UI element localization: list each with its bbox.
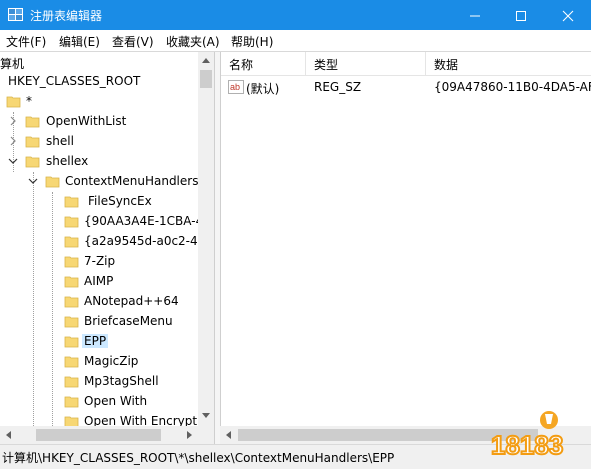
folder-icon — [64, 296, 79, 308]
tree-item-mp3tagshell[interactable]: Mp3tagShell — [0, 372, 200, 392]
tree-item-contextmenuhandlers[interactable]: ContextMenuHandlers — [0, 172, 200, 192]
folder-icon — [64, 396, 79, 408]
menu-view[interactable]: 查看(V) — [112, 33, 154, 50]
column-header-type[interactable]: 类型 — [314, 56, 338, 73]
menu-file[interactable]: 文件(F) — [6, 33, 46, 50]
scroll-up-arrow-icon[interactable] — [202, 57, 210, 63]
tree-item-open-with[interactable]: Open With — [0, 392, 200, 412]
folder-open-icon — [25, 156, 40, 168]
tree-pane[interactable]: 算机 HKEY_CLASSES_ROOT * OpenWithList shel… — [0, 52, 215, 444]
tree-scroll-thumb[interactable] — [200, 70, 212, 88]
tree-item-magiczip[interactable]: MagicZip — [0, 352, 200, 372]
tree-item-label: FileSyncEx — [88, 194, 152, 208]
tree-item-label: 7-Zip — [84, 254, 116, 268]
tree-item-aimp[interactable]: AIMP — [0, 272, 200, 292]
watermark-logo: 18183 — [490, 411, 564, 461]
folder-icon — [64, 276, 79, 288]
menu-help[interactable]: 帮助(H) — [231, 33, 273, 50]
folder-icon — [64, 216, 79, 228]
tree-item-label: Open With — [84, 394, 148, 408]
tree-item-label: * — [26, 94, 32, 108]
scroll-left-arrow-icon[interactable] — [225, 431, 231, 439]
tree-item-label: MagicZip — [84, 354, 139, 368]
values-list-pane[interactable]: 名称 类型 数据 ab (默认) REG_SZ {09A47860-11B0-4… — [220, 52, 591, 426]
folder-icon — [25, 136, 40, 148]
folder-icon — [64, 196, 79, 208]
tree-item-label: {a2a9545d-a0c2-42 — [84, 234, 206, 248]
tree-item-label: OpenWithList — [46, 114, 127, 128]
minimize-icon — [470, 15, 480, 17]
chevron-right-icon[interactable] — [8, 136, 18, 146]
close-button[interactable] — [545, 0, 591, 30]
list-header: 名称 类型 数据 — [221, 52, 591, 76]
scroll-down-arrow-icon[interactable] — [202, 413, 210, 419]
tree-item-label: BriefcaseMenu — [84, 314, 173, 328]
tree-item-briefcasemenu[interactable]: BriefcaseMenu — [0, 312, 200, 332]
title-bar: 注册表编辑器 — [0, 0, 591, 30]
folder-icon — [64, 356, 79, 368]
tree-horizontal-scrollbar[interactable] — [0, 426, 198, 444]
chevron-down-icon[interactable] — [28, 176, 38, 186]
folder-icon — [25, 116, 40, 128]
tree-item-label: shellex — [46, 154, 89, 168]
watermark-text: 18183 — [491, 430, 563, 460]
folder-open-icon — [64, 336, 79, 348]
scroll-right-arrow-icon[interactable] — [187, 431, 193, 439]
tree-item-label: Mp3tagShell — [84, 374, 159, 388]
tree-item-star[interactable]: * — [0, 92, 200, 112]
menu-edit[interactable]: 编辑(E) — [59, 33, 100, 50]
column-divider[interactable] — [305, 52, 306, 76]
tree-vertical-scrollbar[interactable] — [198, 52, 214, 426]
value-name: (默认) — [246, 82, 280, 96]
tree-item-filesyncex[interactable]: FileSyncEx — [0, 192, 200, 212]
registry-editor-app-icon — [8, 8, 23, 21]
scroll-left-arrow-icon[interactable] — [5, 431, 11, 439]
chevron-right-icon[interactable] — [8, 116, 18, 126]
folder-icon — [64, 236, 79, 248]
tree-hscroll-thumb[interactable] — [36, 429, 161, 441]
tree-item-label: ANotepad++64 — [84, 294, 179, 308]
tree-item-epp[interactable]: EPP — [0, 332, 200, 352]
close-icon — [562, 10, 574, 22]
menu-favorites[interactable]: 收藏夹(A) — [166, 33, 220, 50]
tree-item-shell[interactable]: shell — [0, 132, 200, 152]
menu-bar: 文件(F) 编辑(E) 查看(V) 收藏夹(A) 帮助(H) — [0, 30, 591, 51]
folder-icon — [64, 256, 79, 268]
tree-item-label: AIMP — [84, 274, 114, 288]
tree-item-label: shell — [46, 134, 74, 148]
value-data: {09A47860-11B0-4DA5-AFA — [434, 80, 591, 94]
chevron-down-icon[interactable] — [8, 156, 18, 166]
tree-item-hkey-classes-root[interactable]: HKEY_CLASSES_ROOT — [0, 72, 200, 92]
tree-item-label: {90AA3A4E-1CBA-4 — [84, 214, 204, 228]
status-path: 计算机\HKEY_CLASSES_ROOT\*\shellex\ContextM… — [2, 451, 395, 465]
computer-root-label[interactable]: 算机 — [0, 55, 24, 72]
ab-string-icon: ab — [228, 80, 244, 94]
folder-icon — [64, 376, 79, 388]
minimize-button[interactable] — [452, 0, 498, 30]
tree-item-label: HKEY_CLASSES_ROOT — [8, 74, 141, 88]
tree-item-shellex[interactable]: shellex — [0, 152, 200, 172]
value-row-default[interactable]: ab (默认) REG_SZ {09A47860-11B0-4DA5-AFA — [221, 78, 591, 98]
folder-open-icon — [6, 96, 21, 108]
folder-icon — [64, 316, 79, 328]
svg-text:ab: ab — [230, 82, 240, 92]
folder-open-icon — [45, 176, 60, 188]
column-header-data[interactable]: 数据 — [434, 56, 458, 73]
scroll-corner — [198, 426, 214, 444]
column-header-name[interactable]: 名称 — [229, 56, 253, 73]
tree-item-label: EPP — [82, 334, 109, 348]
column-divider[interactable] — [425, 52, 426, 76]
tree-item-openwithlist[interactable]: OpenWithList — [0, 112, 200, 132]
value-type: REG_SZ — [314, 80, 362, 94]
tree-item-guid-a2a9[interactable]: {a2a9545d-a0c2-42 — [0, 232, 205, 252]
tree-item-label: ContextMenuHandlers — [65, 174, 199, 188]
maximize-button[interactable] — [498, 0, 544, 30]
tree-item-anotepad[interactable]: ANotepad++64 — [0, 292, 200, 312]
tree-item-7zip[interactable]: 7-Zip — [0, 252, 200, 272]
tree-item-guid-90aa[interactable]: {90AA3A4E-1CBA-4 — [0, 212, 204, 232]
window-title: 注册表编辑器 — [30, 9, 103, 23]
maximize-icon — [516, 11, 526, 21]
